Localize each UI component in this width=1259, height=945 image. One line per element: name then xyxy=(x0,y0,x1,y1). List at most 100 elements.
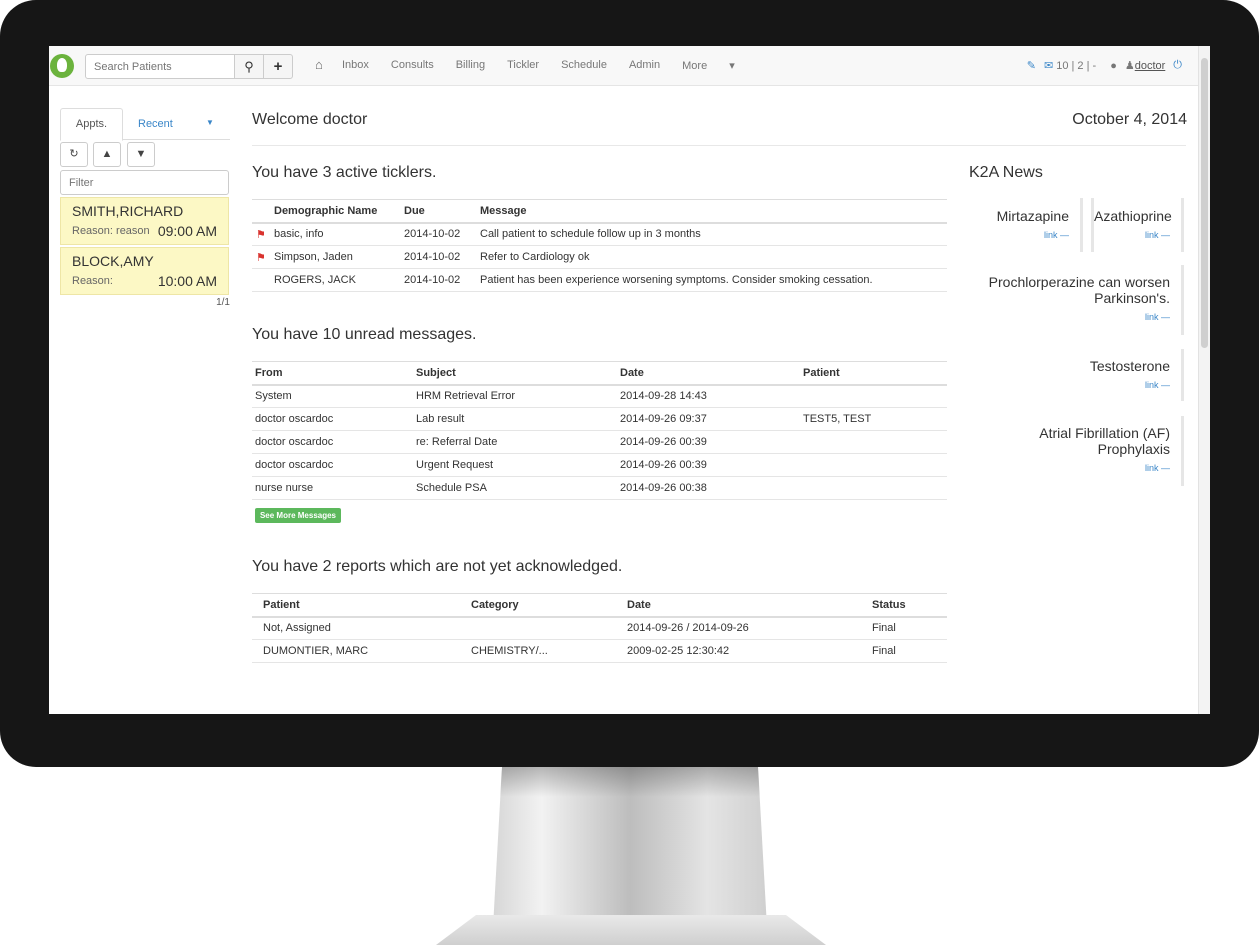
column-header: From xyxy=(252,361,416,386)
flag-icon: ⚑ xyxy=(256,228,266,241)
tab-appts[interactable]: Appts. xyxy=(60,108,123,141)
nav-consults[interactable]: Consults xyxy=(391,59,434,72)
message-from: doctor oscardoc xyxy=(252,407,416,431)
news-item-link[interactable]: link — xyxy=(969,380,1170,390)
report-patient[interactable]: DUMONTIER, MARC xyxy=(252,639,471,663)
table-row[interactable]: ⚑ Simpson, Jaden 2014-10-02 Refer to Car… xyxy=(252,245,947,269)
nav-billing[interactable]: Billing xyxy=(456,59,485,72)
news-item-link[interactable]: link — xyxy=(969,463,1170,473)
filter-input[interactable] xyxy=(60,170,229,195)
message-from: doctor oscardoc xyxy=(252,453,416,477)
home-icon[interactable]: ⌂ xyxy=(315,57,323,72)
appointment-time: 09:00 AM xyxy=(157,223,217,239)
screen: ⚲ + ⌂ Inbox Consults Billing Tickler Sch… xyxy=(49,46,1210,714)
refresh-button[interactable]: ↻ xyxy=(60,142,88,167)
news-item-link[interactable]: link — xyxy=(989,230,1069,240)
appointment-time: 10:00 AM xyxy=(157,273,217,289)
message-subject[interactable]: re: Referral Date xyxy=(416,430,620,454)
chevron-down-icon: ▾ xyxy=(729,60,735,72)
envelope-icon: ✉ xyxy=(1043,60,1054,72)
table-row[interactable]: DUMONTIER, MARC CHEMISTRY/... 2009-02-25… xyxy=(252,639,947,663)
user-icon: ♟ xyxy=(1124,60,1135,72)
message-from: doctor oscardoc xyxy=(252,430,416,454)
add-patient-button[interactable]: + xyxy=(263,54,293,79)
message-date: 2014-09-26 00:39 xyxy=(620,430,803,454)
news-item-link[interactable]: link — xyxy=(1094,230,1170,240)
tickler-due: 2014-10-02 xyxy=(404,222,480,246)
app-logo-icon[interactable] xyxy=(50,54,74,78)
appointment-patient-name: BLOCK,AMY xyxy=(72,253,154,269)
appt-toolbar: ↻ ▲ ▼ xyxy=(60,140,230,170)
message-from: nurse nurse xyxy=(252,476,416,500)
table-row[interactable]: ROGERS, JACK 2014-10-02 Patient has been… xyxy=(252,268,947,292)
tickler-name[interactable]: Simpson, Jaden xyxy=(274,245,404,269)
column-header: Category xyxy=(471,593,627,618)
table-row[interactable]: System HRM Retrieval Error 2014-09-28 14… xyxy=(252,384,947,408)
nav-tickler[interactable]: Tickler xyxy=(507,59,539,72)
messages-heading: You have 10 unread messages. xyxy=(252,326,477,343)
column-header: Patient xyxy=(252,593,471,618)
column-header: Demographic Name xyxy=(274,199,404,224)
news-item-link[interactable]: link — xyxy=(969,312,1170,322)
vertical-scrollbar[interactable] xyxy=(1198,46,1210,714)
caret-down-icon[interactable]: ▼ xyxy=(206,118,214,127)
stand-shadow xyxy=(500,767,760,797)
current-date: October 4, 2014 xyxy=(1072,111,1187,128)
table-row[interactable]: doctor oscardoc Lab result 2014-09-26 09… xyxy=(252,407,947,431)
globe-icon[interactable]: ● xyxy=(1110,60,1117,72)
scrollbar-thumb[interactable] xyxy=(1201,58,1208,348)
messages-indicator[interactable]: ✉ 10 | 2 | - xyxy=(1044,59,1096,72)
table-header-row: Patient Category Date Status xyxy=(252,593,947,618)
top-navbar: ⚲ + ⌂ Inbox Consults Billing Tickler Sch… xyxy=(49,46,1198,86)
next-day-button[interactable]: ▼ xyxy=(127,142,155,167)
message-subject[interactable]: HRM Retrieval Error xyxy=(416,384,620,408)
table-row[interactable]: doctor oscardoc Urgent Request 2014-09-2… xyxy=(252,453,947,477)
user-name[interactable]: doctor xyxy=(1135,60,1166,72)
message-subject[interactable]: Urgent Request xyxy=(416,453,620,477)
report-patient[interactable]: Not, Assigned xyxy=(252,616,471,640)
nav-admin[interactable]: Admin xyxy=(629,59,660,72)
column-header: Date xyxy=(627,593,872,618)
column-header: Due xyxy=(404,199,480,224)
message-patient[interactable]: TEST5, TEST xyxy=(803,407,947,431)
tab-recent[interactable]: Recent xyxy=(138,118,173,130)
nav-inbox[interactable]: Inbox xyxy=(342,59,369,72)
report-status: Final xyxy=(872,616,947,640)
search-button[interactable]: ⚲ xyxy=(234,54,264,79)
message-date: 2014-09-28 14:43 xyxy=(620,384,803,408)
table-row[interactable]: ⚑ basic, info 2014-10-02 Call patient to… xyxy=(252,222,947,246)
left-panel: Appts. Recent ▼ ↻ ▲ ▼ SMITH,RICHARD Reas… xyxy=(60,108,230,308)
tickler-message[interactable]: Refer to Cardiology ok xyxy=(480,245,947,269)
report-category: CHEMISTRY/... xyxy=(471,639,627,663)
message-date: 2014-09-26 00:38 xyxy=(620,476,803,500)
news-item: Mirtazapine link — xyxy=(989,198,1083,252)
tickler-name[interactable]: ROGERS, JACK xyxy=(274,268,404,292)
nav-more[interactable]: More ▾ xyxy=(682,59,757,72)
tickler-message[interactable]: Call patient to schedule follow up in 3 … xyxy=(480,222,947,246)
tickler-name[interactable]: basic, info xyxy=(274,222,404,246)
ticklers-heading: You have 3 active ticklers. xyxy=(252,164,437,181)
divider xyxy=(252,145,1186,146)
previous-day-button[interactable]: ▲ xyxy=(93,142,121,167)
message-subject[interactable]: Lab result xyxy=(416,407,620,431)
table-row[interactable]: nurse nurse Schedule PSA 2014-09-26 00:3… xyxy=(252,476,947,500)
monitor-base xyxy=(436,915,826,945)
table-row[interactable]: Not, Assigned 2014-09-26 / 2014-09-26 Fi… xyxy=(252,616,947,640)
message-subject[interactable]: Schedule PSA xyxy=(416,476,620,500)
tickler-due: 2014-10-02 xyxy=(404,245,480,269)
tickler-message[interactable]: Patient has been experience worsening sy… xyxy=(480,268,947,292)
appointment-item[interactable]: SMITH,RICHARD Reason: reason 09:00 AM xyxy=(60,197,229,245)
see-more-messages-button[interactable]: See More Messages xyxy=(255,508,341,523)
news-item-title: Azathioprine xyxy=(1094,208,1172,224)
search-input[interactable] xyxy=(85,54,235,79)
nav-schedule[interactable]: Schedule xyxy=(561,59,607,72)
table-row[interactable]: doctor oscardoc re: Referral Date 2014-0… xyxy=(252,430,947,454)
user-menu[interactable]: ♟doctor xyxy=(1125,59,1165,72)
refresh-icon: ↻ xyxy=(69,148,79,160)
appointment-item[interactable]: BLOCK,AMY Reason: 10:00 AM xyxy=(60,247,229,295)
flag-icon: ⚑ xyxy=(256,251,266,264)
reports-table: Patient Category Date Status Not, Assign… xyxy=(252,593,947,663)
appointment-pager: 1/1 xyxy=(216,297,230,308)
edit-icon[interactable]: ✎ xyxy=(1027,59,1036,72)
logout-icon[interactable]: ⏻ xyxy=(1173,59,1182,72)
